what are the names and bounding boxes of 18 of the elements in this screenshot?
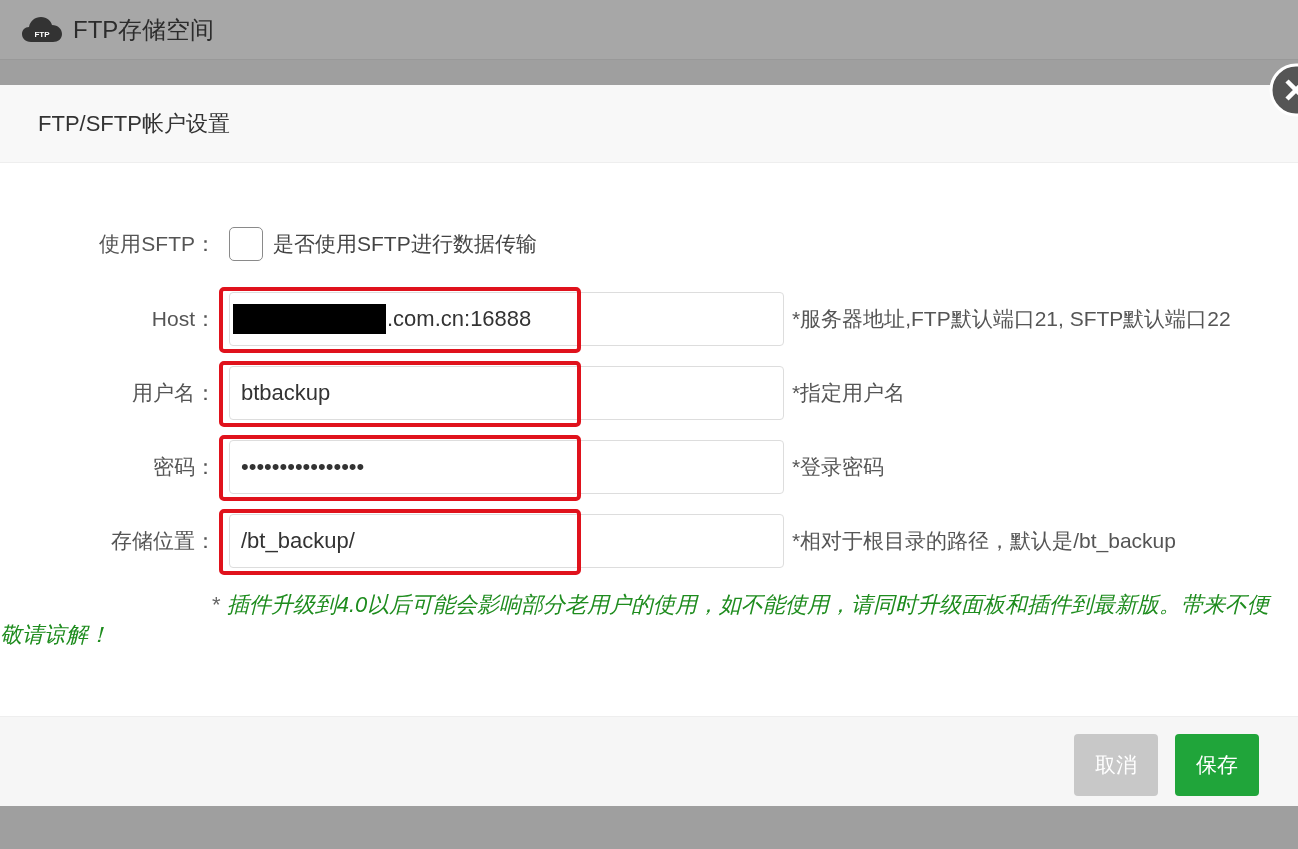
- checkbox-label: 是否使用SFTP进行数据传输: [273, 231, 537, 257]
- field-label: 使用SFTP：: [98, 231, 216, 257]
- checkbox[interactable]: [229, 227, 263, 261]
- input-field[interactable]: ••••••••••••••••: [229, 440, 784, 494]
- page-title: FTP存储空间: [73, 14, 215, 45]
- field-label: 存储位置：: [110, 528, 216, 554]
- notice-text: * 插件升级到4.0以后可能会影响部分老用户的使用，如不能使用，请同时升级面板和插件到最新版。带来不便敬请谅解！: [0, 591, 1273, 649]
- field-hint: *相对于根目录的路径，默认是/bt_backup: [792, 528, 1176, 555]
- field-hint: *指定用户名: [792, 380, 906, 406]
- input-field[interactable]: btbackup: [229, 366, 784, 420]
- field-label: 用户名：: [131, 380, 216, 406]
- input-field[interactable]: /bt_backup/: [229, 514, 784, 568]
- field-label: 密码：: [152, 454, 216, 480]
- field-hint: *登录密码: [792, 454, 885, 480]
- field-label: Host：: [150, 306, 216, 332]
- field-hint: *服务器地址,FTP默认端口21, SFTP默认端口22: [792, 306, 1231, 332]
- dialog-title: FTP/SFTP帐户设置: [38, 109, 230, 138]
- cloud-icon: FTP: [22, 16, 62, 43]
